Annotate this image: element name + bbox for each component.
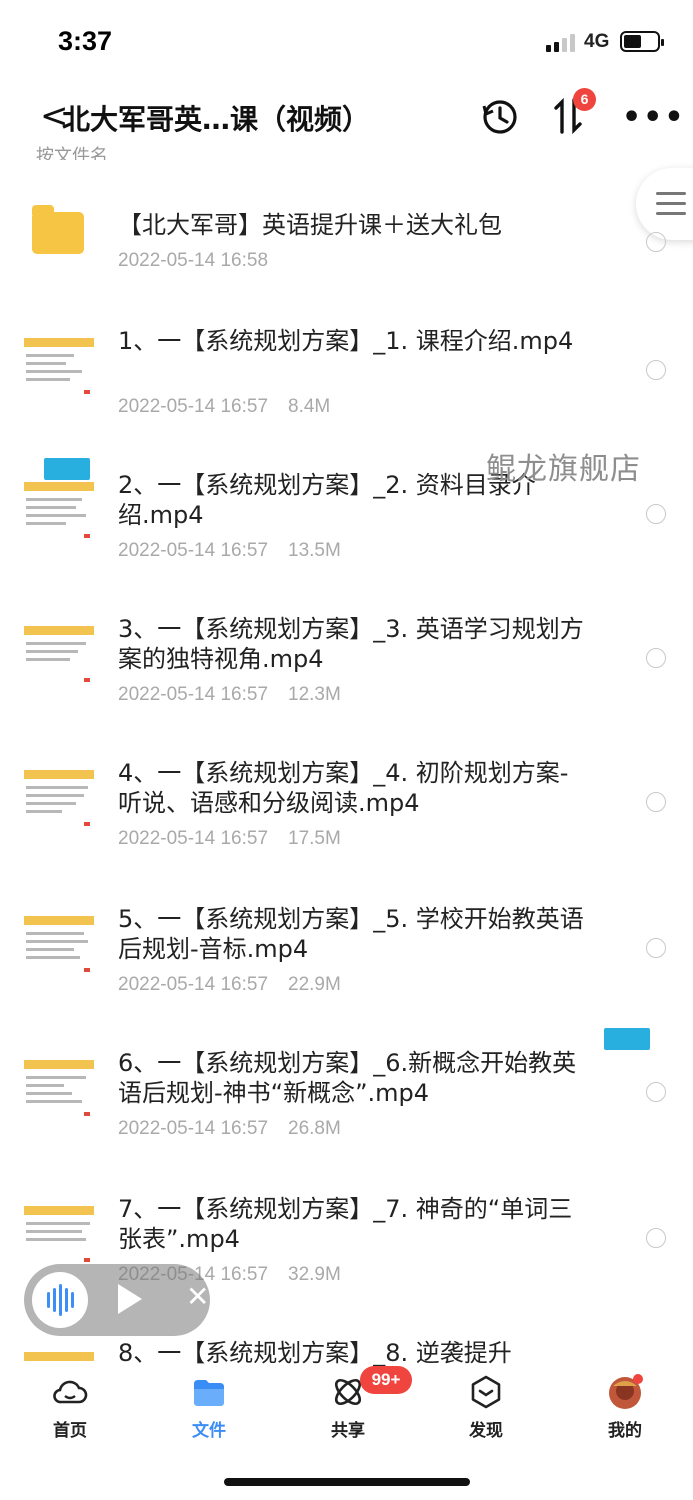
file-name: 4、一【系统规划方案】_4. 初阶规划方案-听说、语感和分级阅读.mp4 <box>118 759 569 817</box>
file-date: 2022-05-14 16:57 <box>118 396 269 417</box>
folder-icon <box>194 1380 224 1406</box>
share-badge: 99+ <box>360 1366 412 1394</box>
file-size: 26.8M <box>288 1118 341 1139</box>
file-meta: 2022-05-14 16:57 26.8M <box>118 1118 361 1140</box>
floating-audio-player[interactable]: ✕ <box>24 1264 210 1336</box>
file-size: 12.3M <box>288 684 341 705</box>
file-name: 1、一【系统规划方案】_1. 课程介绍.mp4 <box>118 327 574 355</box>
select-checkbox[interactable] <box>646 1082 666 1102</box>
list-item[interactable]: 4、一【系统规划方案】_4. 初阶规划方案-听说、语感和分级阅读.mp4 202… <box>0 754 693 874</box>
file-date: 2022-05-14 16:57 <box>118 540 269 561</box>
video-thumbnail <box>24 476 94 544</box>
file-size: 22.9M <box>288 974 341 995</box>
select-checkbox[interactable] <box>646 504 666 524</box>
watermark-text: 鲲龙旗舰店 <box>486 452 641 487</box>
file-size: 13.5M <box>288 540 341 561</box>
file-meta: 2022-05-14 16:57 17.5M <box>118 828 361 850</box>
list-item[interactable]: 【北大军哥】英语提升课＋送大礼包 2022-05-14 16:58 <box>0 190 693 302</box>
file-size: 17.5M <box>288 828 341 849</box>
avatar-icon <box>609 1374 643 1409</box>
select-checkbox[interactable] <box>646 938 666 958</box>
signal-icon <box>546 34 575 52</box>
list-item[interactable]: 5、一【系统规划方案】_5. 学校开始教英语后规划-音标.mp4 2022-05… <box>0 900 693 1020</box>
file-meta: 2022-05-14 16:57 22.9M <box>118 974 361 996</box>
sort-bar[interactable]: 按文件名 <box>36 142 196 160</box>
transfer-badge: 6 <box>573 88 596 111</box>
history-icon[interactable] <box>478 94 522 138</box>
folder-icon <box>32 205 84 254</box>
close-icon[interactable]: ✕ <box>186 1280 209 1313</box>
file-name: 5、一【系统规划方案】_5. 学校开始教英语后规划-音标.mp4 <box>118 905 584 963</box>
tab-label: 首页 <box>53 1421 87 1441</box>
file-date: 2022-05-14 16:57 <box>118 974 269 995</box>
select-checkbox[interactable] <box>646 648 666 668</box>
select-checkbox[interactable] <box>646 792 666 812</box>
file-date: 2022-05-14 16:57 <box>118 684 269 705</box>
tab-files[interactable]: 文件 <box>159 1372 259 1448</box>
network-label: 4G <box>584 31 610 52</box>
list-item[interactable]: 3、一【系统规划方案】_3. 英语学习规划方案的独特视角.mp4 2022-05… <box>0 610 693 730</box>
more-options-icon[interactable]: ••• <box>622 100 686 135</box>
watermark-logo <box>604 1028 650 1050</box>
tab-home[interactable]: 首页 <box>20 1372 120 1448</box>
audio-wave-icon <box>32 1272 88 1328</box>
file-name: 6、一【系统规划方案】_6.新概念开始教英语后规划-神书“新概念”.mp4 <box>118 1049 577 1107</box>
tab-label: 共享 <box>331 1421 365 1441</box>
tab-mine[interactable]: 我的 <box>575 1372 675 1448</box>
file-date: 2022-05-14 16:57 <box>118 828 269 849</box>
video-thumbnail <box>24 332 94 400</box>
file-name: 3、一【系统规划方案】_3. 英语学习规划方案的独特视角.mp4 <box>118 615 584 673</box>
video-thumbnail <box>24 620 94 688</box>
file-size: 32.9M <box>288 1264 341 1285</box>
tab-label: 文件 <box>192 1421 226 1441</box>
file-date: 2022-05-14 16:57 <box>118 1118 269 1139</box>
select-checkbox[interactable] <box>646 360 666 380</box>
tab-label: 我的 <box>608 1421 642 1441</box>
list-item[interactable]: 6、一【系统规划方案】_6.新概念开始教英语后规划-神书“新概念”.mp4 20… <box>0 1044 693 1164</box>
tab-discover[interactable]: 发现 <box>436 1372 536 1448</box>
video-thumbnail <box>24 1200 94 1268</box>
file-size: 8.4M <box>288 396 331 417</box>
list-item[interactable]: 8、一【系统规划方案】_8. 逆袭提升 <box>0 1336 693 1372</box>
page-title: 北大军哥英…课（视频） <box>62 103 371 136</box>
home-indicator <box>224 1478 470 1486</box>
file-meta: 2022-05-14 16:57 13.5M <box>118 540 361 562</box>
video-thumbnail <box>24 1054 94 1122</box>
play-icon[interactable] <box>118 1284 142 1314</box>
list-item[interactable]: 1、一【系统规划方案】_1. 课程介绍.mp4 2022-05-14 16:57… <box>0 322 693 442</box>
file-meta: 2022-05-14 16:58 <box>118 250 288 272</box>
video-thumbnail <box>24 1346 94 1372</box>
cloud-icon <box>53 1380 88 1404</box>
file-meta: 2022-05-14 16:57 8.4M <box>118 396 350 418</box>
status-time: 3:37 <box>58 26 113 56</box>
file-meta: 2022-05-14 16:57 12.3M <box>118 684 361 706</box>
status-bar: 3:37 4G <box>0 0 693 80</box>
tab-label: 发现 <box>469 1421 503 1441</box>
video-thumbnail <box>24 910 94 978</box>
discover-icon <box>471 1375 501 1409</box>
select-checkbox[interactable] <box>646 232 666 252</box>
select-checkbox[interactable] <box>646 1228 666 1248</box>
watermark-logo <box>44 458 90 480</box>
file-name: 7、一【系统规划方案】_7. 神奇的“单词三张表”.mp4 <box>118 1195 573 1253</box>
file-date: 2022-05-14 16:58 <box>118 250 269 271</box>
file-name: 8、一【系统规划方案】_8. 逆袭提升 <box>118 1339 512 1367</box>
battery-icon <box>620 31 664 52</box>
file-name: 【北大军哥】英语提升课＋送大礼包 <box>118 211 502 239</box>
video-thumbnail <box>24 764 94 832</box>
